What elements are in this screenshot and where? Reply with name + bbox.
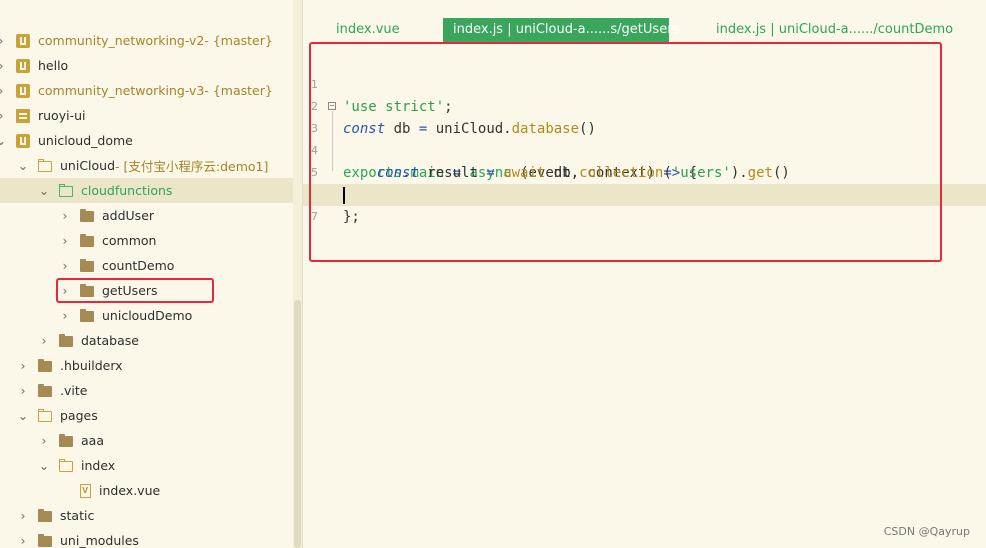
- chevron-right-icon[interactable]: ›: [18, 508, 28, 523]
- watermark: CSDN @Qayrup: [883, 525, 970, 538]
- tree-item-label: ruoyi-ui: [38, 108, 86, 123]
- folder-icon: [80, 209, 94, 222]
- tree-item-community-networking-v2[interactable]: › community_networking-v2 - {master}: [0, 28, 293, 53]
- branch-label: - {master}: [204, 83, 273, 98]
- sidebar-scrollbar-thumb[interactable]: [294, 300, 301, 548]
- tree-item-index-vue[interactable]: index.vue: [0, 478, 293, 503]
- project-icon: [16, 58, 30, 73]
- tree-item-label: uni_modules: [60, 533, 139, 548]
- tree-item-aaa[interactable]: › aaa: [0, 428, 293, 453]
- tree-item-uni-modules[interactable]: › uni_modules: [0, 528, 293, 548]
- tree-item-database[interactable]: › database: [0, 328, 293, 353]
- chevron-right-icon[interactable]: ›: [39, 433, 49, 448]
- tree-item-label: common: [102, 233, 157, 248]
- chevron-right-icon[interactable]: ›: [0, 83, 6, 98]
- tree-item-label: addUser: [102, 208, 155, 223]
- chevron-right-icon[interactable]: ›: [0, 33, 6, 48]
- branch-label: - {master}: [204, 33, 273, 48]
- tree-item-label: .hbuilderx: [60, 358, 123, 373]
- chevron-down-icon[interactable]: ⌄: [18, 408, 28, 423]
- web-project-icon: [16, 108, 30, 123]
- folder-icon: [80, 259, 94, 272]
- folder-icon: [59, 434, 73, 447]
- tree-item-label: unicloud_dome: [38, 133, 133, 148]
- chevron-right-icon[interactable]: ›: [18, 383, 28, 398]
- folder-icon: [80, 234, 94, 247]
- folder-open-icon: [58, 183, 73, 197]
- tree-item-label: index: [81, 458, 116, 473]
- chevron-right-icon[interactable]: ›: [60, 308, 70, 323]
- folder-open-icon: [58, 458, 73, 472]
- tree-item-label: cloudfunctions: [81, 183, 173, 198]
- folder-icon: [38, 359, 52, 372]
- chevron-right-icon[interactable]: ›: [0, 108, 6, 123]
- tree-item-pages[interactable]: ⌄ pages: [0, 403, 293, 428]
- project-explorer: › community_networking-v2 - {master} › h…: [0, 0, 293, 548]
- tree-item-label: static: [60, 508, 95, 523]
- highlight-box: [309, 42, 942, 262]
- chevron-right-icon[interactable]: ›: [0, 58, 6, 73]
- chevron-down-icon[interactable]: ⌄: [18, 158, 28, 173]
- chevron-right-icon[interactable]: ›: [39, 333, 49, 348]
- tree-item-label: index.vue: [99, 483, 161, 498]
- tree-item-label: .vite: [60, 383, 88, 398]
- tree-item-index[interactable]: ⌄ index: [0, 453, 293, 478]
- chevron-right-icon[interactable]: ›: [60, 258, 70, 273]
- tree-item-ruoyi-ui[interactable]: › ruoyi-ui: [0, 103, 293, 128]
- tree-item-label: hello: [38, 58, 69, 73]
- project-icon: [16, 133, 30, 148]
- tree-item-hello[interactable]: › hello: [0, 53, 293, 78]
- folder-open-icon: [37, 158, 52, 172]
- tree-item-uniclouddemo[interactable]: › unicloudDemo: [0, 303, 293, 328]
- project-icon: [16, 83, 30, 98]
- folder-icon: [38, 534, 52, 547]
- tree-item-label: database: [81, 333, 139, 348]
- tab-countdemo-index-js[interactable]: index.js | uniCloud-a....../countDemo: [716, 18, 953, 42]
- tree-item-community-networking-v3[interactable]: › community_networking-v3 - {master}: [0, 78, 293, 103]
- chevron-right-icon[interactable]: ›: [60, 233, 70, 248]
- code-editor[interactable]: index.vue index.js | uniCloud-a......s/g…: [303, 0, 986, 548]
- tree-item-label: community_networking-v3: [38, 83, 205, 98]
- chevron-right-icon[interactable]: ›: [18, 533, 28, 548]
- tree-item-label: community_networking-v2: [38, 33, 205, 48]
- tree-item-cloudfunctions[interactable]: ⌄ cloudfunctions: [0, 178, 293, 203]
- tree-item-common[interactable]: › common: [0, 228, 293, 253]
- tree-item-label: countDemo: [102, 258, 175, 273]
- folder-icon: [59, 334, 73, 347]
- highlight-box: [56, 278, 214, 303]
- chevron-right-icon[interactable]: ›: [60, 208, 70, 223]
- project-icon: [16, 33, 30, 48]
- folder-icon: [38, 509, 52, 522]
- tree-item-label: uniCloud: [60, 158, 116, 173]
- tree-item-static[interactable]: › static: [0, 503, 293, 528]
- chevron-down-icon[interactable]: ⌄: [39, 183, 49, 198]
- tree-item-unicloud[interactable]: ⌄ uniCloud - [支付宝小程序云:demo1]: [0, 153, 293, 178]
- tree-item-label: aaa: [81, 433, 104, 448]
- editor-tabs: index.vue index.js | uniCloud-a......s/g…: [303, 18, 986, 42]
- tree-item-adduser[interactable]: › addUser: [0, 203, 293, 228]
- chevron-down-icon[interactable]: ⌄: [39, 458, 49, 473]
- tree-item-hbuilderx[interactable]: › .hbuilderx: [0, 353, 293, 378]
- chevron-right-icon[interactable]: ›: [18, 358, 28, 373]
- tree-item-countdemo[interactable]: › countDemo: [0, 253, 293, 278]
- tab-index-vue[interactable]: index.vue: [336, 18, 400, 42]
- cloud-provider-label: - [支付宝小程序云:demo1]: [115, 159, 269, 174]
- folder-open-icon: [37, 408, 52, 422]
- folder-icon: [80, 309, 94, 322]
- tree-item-label: unicloudDemo: [102, 308, 193, 323]
- chevron-down-icon[interactable]: ⌄: [0, 133, 6, 148]
- tree-item-unicloud-dome[interactable]: ⌄ unicloud_dome: [0, 128, 293, 153]
- tree-item-label: pages: [60, 408, 98, 423]
- tree-item-vite[interactable]: › .vite: [0, 378, 293, 403]
- tab-getusers-index-js[interactable]: index.js | uniCloud-a......s/getUsers: [443, 18, 679, 42]
- folder-icon: [38, 384, 52, 397]
- vue-file-icon: [80, 483, 91, 498]
